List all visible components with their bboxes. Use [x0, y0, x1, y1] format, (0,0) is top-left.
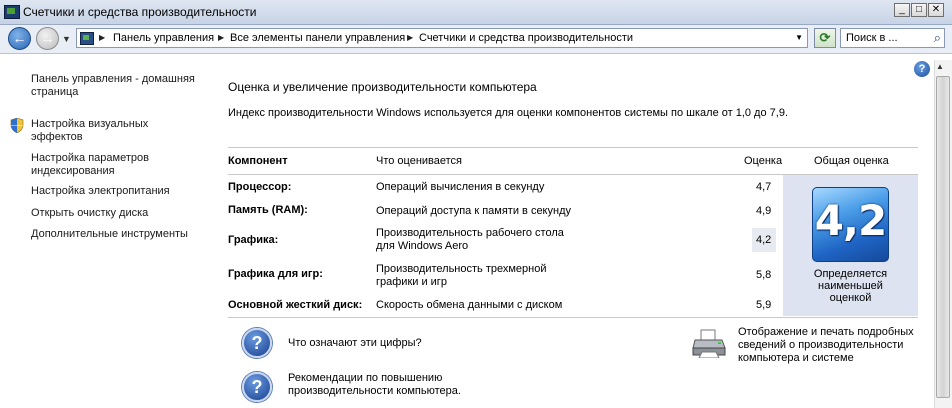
search-placeholder: Поиск в ...: [846, 32, 898, 44]
column-header-base-score: Общая оценка: [814, 155, 889, 167]
rated-text: графики и игр: [376, 276, 447, 288]
sidebar-item-label: Настройка параметров: [31, 152, 149, 164]
address-bar[interactable]: ▶ Панель управления ▶ Все элементы панел…: [76, 28, 808, 48]
link-text: сведений о производительности: [738, 339, 904, 351]
window-title: Счетчики и средства производительности: [23, 5, 257, 19]
scrollbar-thumb[interactable]: [936, 76, 950, 398]
component-gaming-graphics: Графика для игр:: [228, 268, 323, 280]
rated-graphics: Производительность рабочего стола для Wi…: [376, 227, 564, 253]
breadcrumb-arrow-icon[interactable]: ▶: [218, 33, 224, 42]
sidebar-item-label: страница: [31, 86, 79, 98]
caption-line: оценкой: [829, 292, 872, 304]
sidebar-item-advanced-tools[interactable]: Дополнительные инструменты: [31, 228, 188, 241]
breadcrumb-arrow-icon[interactable]: ▶: [407, 33, 413, 42]
close-button[interactable]: ✕: [928, 3, 944, 17]
rated-primary-disk: Скорость обмена данными с диском: [376, 299, 562, 312]
recent-pages-dropdown[interactable]: ▼: [62, 34, 71, 44]
component-processor: Процессор:: [228, 181, 292, 193]
rated-text: Производительность трехмерной: [376, 263, 547, 275]
title-bar[interactable]: Счетчики и средства производительности _…: [0, 0, 952, 25]
sidebar-item-label: Панель управления - домашняя: [31, 73, 195, 85]
refresh-button[interactable]: ⟳: [814, 28, 836, 48]
tips-link[interactable]: Рекомендации по повышению производительн…: [288, 372, 461, 398]
search-input[interactable]: Поиск в ... ⌕: [840, 28, 945, 48]
divider: [228, 317, 918, 318]
rated-gaming-graphics: Производительность трехмерной графики и …: [376, 263, 547, 289]
rated-text: Операций вычисления в секунду: [376, 181, 545, 193]
print-details-link[interactable]: Отображение и печать подробных сведений …: [738, 326, 914, 365]
base-score-caption: Определяется наименьшей оценкой: [783, 268, 918, 304]
sidebar-item-visual-effects[interactable]: Настройка визуальных эффектов: [31, 118, 148, 144]
scroll-up-icon[interactable]: ▲: [936, 62, 944, 71]
breadcrumb-all-items[interactable]: Все элементы панели управления: [230, 32, 405, 44]
rated-text: Производительность рабочего стола: [376, 227, 564, 239]
subscore-memory: 4,9: [756, 205, 772, 217]
divider: [228, 147, 918, 148]
column-header-subscore: Оценка: [744, 155, 783, 167]
rated-text: Операций доступа к памяти в секунду: [376, 205, 571, 217]
sidebar-item-power[interactable]: Настройка электропитания: [31, 185, 170, 198]
sidebar-item-home[interactable]: Панель управления - домашняя страница: [31, 73, 195, 99]
breadcrumb-performance[interactable]: Счетчики и средства производительности: [419, 32, 633, 44]
sidebar-item-disk-cleanup[interactable]: Открыть очистку диска: [31, 207, 148, 220]
subscore-gaming-graphics: 5,8: [756, 269, 772, 281]
minimize-button[interactable]: _: [894, 3, 910, 17]
forward-button[interactable]: →: [36, 27, 59, 50]
back-button[interactable]: ←: [8, 27, 31, 50]
shield-icon: [10, 118, 24, 133]
navigation-bar: ← → ▼ ▶ Панель управления ▶ Все элементы…: [0, 25, 952, 54]
what-numbers-link[interactable]: Что означают эти цифры?: [288, 337, 422, 350]
search-icon[interactable]: ⌕: [934, 30, 941, 46]
rated-memory: Операций доступа к памяти в секунду: [376, 205, 571, 218]
rated-processor: Операций вычисления в секунду: [376, 181, 544, 194]
sidebar-item-indexing[interactable]: Настройка параметров индексирования: [31, 152, 149, 178]
address-dropdown-icon[interactable]: ▼: [795, 33, 803, 42]
sidebar-item-label: индексирования: [31, 165, 115, 177]
page-title: Оценка и увеличение производительности к…: [228, 80, 537, 94]
breadcrumb-arrow-icon[interactable]: ▶: [99, 33, 105, 42]
component-graphics: Графика:: [228, 234, 279, 246]
printer-icon[interactable]: [692, 328, 726, 358]
help-question-icon[interactable]: ?: [242, 372, 272, 402]
link-text: Отображение и печать подробных: [738, 326, 914, 338]
rated-text: Скорость обмена данными с диском: [376, 299, 563, 311]
column-header-component: Компонент: [228, 155, 288, 167]
caption-line: наименьшей: [818, 280, 883, 292]
maximize-button[interactable]: □: [911, 3, 927, 17]
component-primary-disk: Основной жесткий диск:: [228, 299, 363, 311]
caption-line: Определяется: [813, 268, 888, 280]
subscore-graphics: 4,2: [756, 234, 772, 246]
column-header-rated: Что оценивается: [376, 155, 463, 167]
link-text: производительности компьютера.: [288, 385, 461, 397]
component-memory: Память (RAM):: [228, 204, 308, 216]
link-text: компьютера и системе: [738, 352, 854, 364]
help-icon[interactable]: ?: [914, 61, 930, 77]
help-question-icon[interactable]: ?: [242, 328, 272, 358]
control-panel-icon: [80, 32, 94, 45]
rated-text: для Windows Aero: [376, 240, 469, 252]
subscore-primary-disk: 5,9: [756, 299, 772, 311]
breadcrumb-control-panel[interactable]: Панель управления: [113, 32, 214, 44]
sidebar-item-label: Настройка визуальных: [31, 118, 149, 130]
control-panel-icon: [4, 5, 20, 19]
page-description: Индекс производительности Windows исполь…: [228, 107, 788, 119]
subscore-processor: 4,7: [756, 181, 772, 193]
sidebar-item-label: эффектов: [31, 131, 83, 143]
base-score-value: 4,2: [814, 196, 887, 245]
link-text: Рекомендации по повышению: [288, 372, 443, 384]
